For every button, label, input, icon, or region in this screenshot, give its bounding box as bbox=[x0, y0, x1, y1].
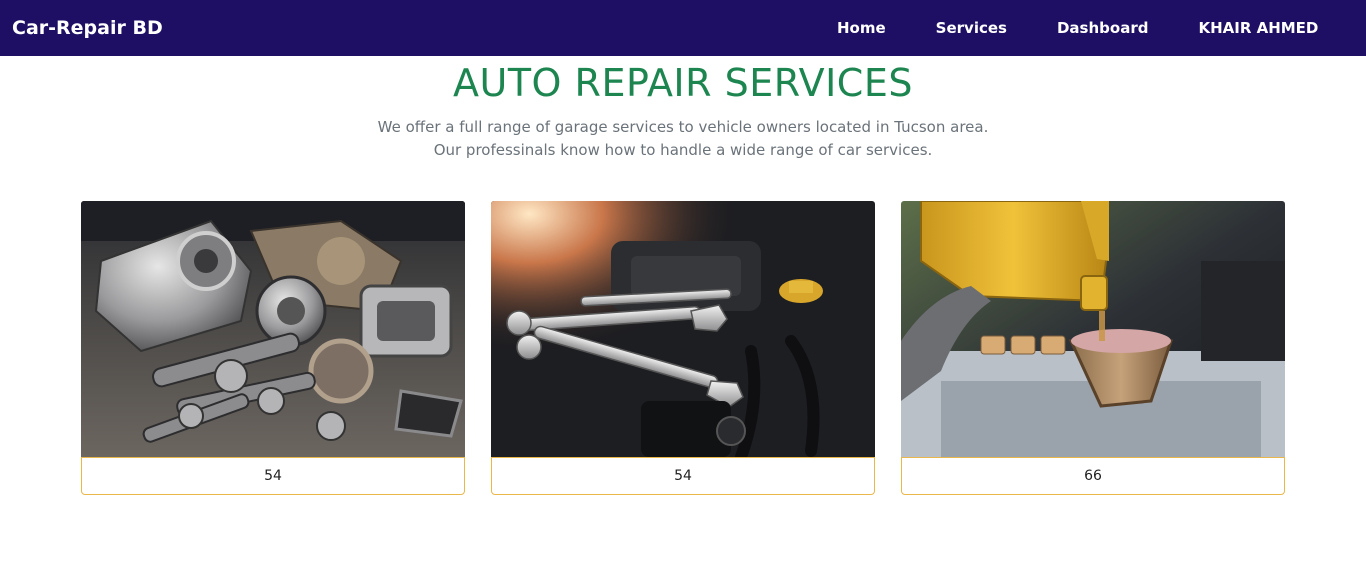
engine-wrenches-image bbox=[491, 201, 875, 457]
car-parts-image bbox=[81, 201, 465, 457]
service-card-value: 66 bbox=[901, 457, 1285, 495]
hero-subtitle-line1: We offer a full range of garage services… bbox=[377, 118, 989, 136]
hero-section: AUTO REPAIR SERVICES We offer a full ran… bbox=[0, 56, 1366, 162]
service-card-value: 54 bbox=[81, 457, 465, 495]
oil-change-image bbox=[901, 201, 1285, 457]
service-card[interactable]: 54 bbox=[491, 201, 875, 495]
nav-links: Home Services Dashboard KHAIR AHMED bbox=[812, 0, 1343, 56]
nav-services-link[interactable]: Services bbox=[911, 19, 1032, 37]
service-card[interactable]: 54 bbox=[81, 201, 465, 495]
service-cards: 54 54 66 bbox=[81, 201, 1285, 495]
page-title: AUTO REPAIR SERVICES bbox=[453, 61, 913, 105]
hero-subtitle-line2: Our professinals know how to handle a wi… bbox=[433, 141, 933, 159]
hero-subtitle: We offer a full range of garage services… bbox=[0, 116, 1366, 162]
service-card[interactable]: 66 bbox=[901, 201, 1285, 495]
navbar: Car-Repair BD Home Services Dashboard KH… bbox=[0, 0, 1366, 56]
nav-user-link[interactable]: KHAIR AHMED bbox=[1173, 19, 1343, 37]
nav-home-link[interactable]: Home bbox=[812, 19, 911, 37]
brand-logo[interactable]: Car-Repair BD bbox=[12, 0, 163, 56]
service-card-value: 54 bbox=[491, 457, 875, 495]
nav-dashboard-link[interactable]: Dashboard bbox=[1032, 19, 1173, 37]
